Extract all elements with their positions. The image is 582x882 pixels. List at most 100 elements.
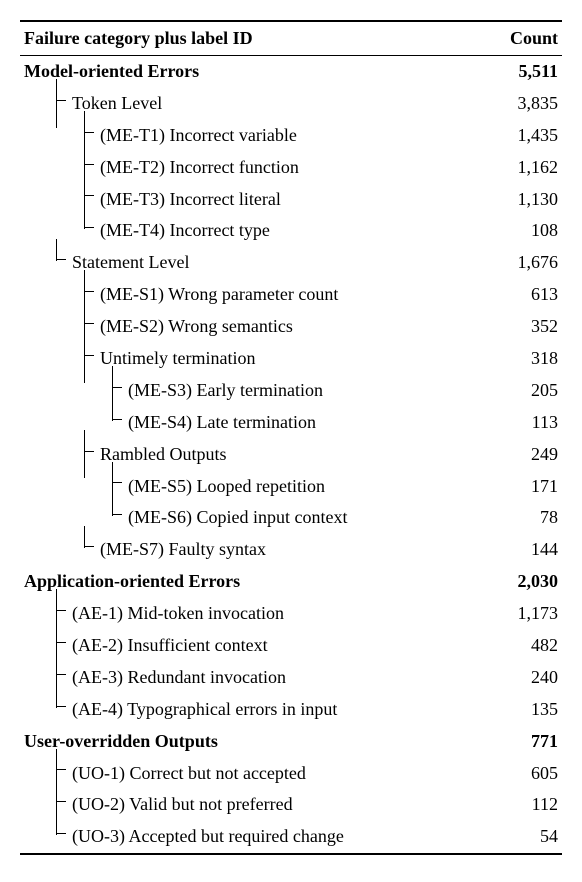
table-row: User-overridden Outputs771 — [20, 726, 562, 758]
table-row: (AE-2) Insufficient context482 — [20, 630, 562, 662]
row-count: 1,173 — [488, 600, 558, 628]
row-count: 605 — [488, 760, 558, 788]
table-row: (AE-1) Mid-token invocation 1,173 — [20, 598, 562, 630]
tree-branch-icon — [52, 632, 72, 654]
row-count: 112 — [488, 791, 558, 819]
row-label-text: (UO-3) Accepted but required change — [72, 826, 344, 846]
row-count: 1,130 — [488, 186, 558, 214]
tree-branch-icon — [108, 473, 128, 495]
row-label: (ME-S6) Copied input context — [24, 504, 488, 532]
row-label: Untimely termination — [24, 345, 488, 373]
tree-branch-icon — [108, 409, 128, 431]
row-label: Statement Level — [24, 249, 488, 277]
row-label: User-overridden Outputs — [24, 728, 488, 756]
row-label: Model-oriented Errors — [24, 58, 488, 86]
table-row: (ME-S1) Wrong parameter count 613 — [20, 279, 562, 311]
table-row: Rambled Outputs249 — [20, 439, 562, 471]
row-count: 2,030 — [488, 568, 558, 596]
row-label: Token Level — [24, 90, 488, 118]
table-row: (UO-3) Accepted but required change 54 — [20, 821, 562, 853]
row-label-text: (ME-S4) Late termination — [128, 412, 316, 432]
row-label-text: (ME-S1) Wrong parameter count — [100, 284, 338, 304]
tree-branch-icon — [52, 760, 72, 782]
row-label: (ME-S1) Wrong parameter count — [24, 281, 488, 309]
row-label: (ME-S5) Looped repetition — [24, 473, 488, 501]
row-label: (ME-S4) Late termination — [24, 409, 488, 437]
row-label-text: (AE-4) Typographical errors in input — [72, 699, 337, 719]
tree-branch-icon — [52, 664, 72, 686]
row-count: 144 — [488, 536, 558, 564]
table-row: (UO-1) Correct but not accepted605 — [20, 758, 562, 790]
row-count: 3,835 — [488, 90, 558, 118]
table-header-row: Failure category plus label ID Count — [20, 22, 562, 56]
row-count: 205 — [488, 377, 558, 405]
row-count: 613 — [488, 281, 558, 309]
row-label-text: (ME-S2) Wrong semantics — [100, 316, 293, 336]
row-label: (ME-S7) Faulty syntax — [24, 536, 488, 564]
table-row: Untimely termination 318 — [20, 343, 562, 375]
row-label-text: (AE-1) Mid-token invocation — [72, 603, 284, 623]
row-label: (AE-2) Insufficient context — [24, 632, 488, 660]
tree-branch-icon — [80, 313, 100, 335]
tree-branch-icon — [80, 345, 100, 367]
tree-branch-icon — [80, 441, 100, 463]
row-label-text: Token Level — [72, 93, 162, 113]
table-row: Statement Level1,676 — [20, 247, 562, 279]
row-count: 78 — [488, 504, 558, 532]
table-row: (AE-4) Typographical errors in input135 — [20, 694, 562, 726]
table-row: (ME-S3) Early termination 205 — [20, 375, 562, 407]
table-row: (AE-3) Redundant invocation 240 — [20, 662, 562, 694]
tree-branch-icon — [80, 186, 100, 208]
row-label: (ME-T4) Incorrect type — [24, 217, 488, 245]
tree-branch-icon — [108, 377, 128, 399]
table-row: (ME-S7) Faulty syntax144 — [20, 534, 562, 566]
row-label-text: (ME-T3) Incorrect literal — [100, 189, 281, 209]
row-label: (UO-3) Accepted but required change — [24, 823, 488, 851]
col-header-category: Failure category plus label ID — [24, 28, 253, 49]
row-label: Rambled Outputs — [24, 441, 488, 469]
row-label-text: Rambled Outputs — [100, 444, 227, 464]
row-label-text: Application-oriented Errors — [24, 571, 240, 591]
row-count: 1,435 — [488, 122, 558, 150]
tree-branch-icon — [80, 217, 100, 239]
tree-branch-icon — [52, 823, 72, 845]
row-label: (AE-4) Typographical errors in input — [24, 696, 488, 724]
row-label-text: (AE-3) Redundant invocation — [72, 667, 286, 687]
row-label: (UO-2) Valid but not preferred — [24, 791, 488, 819]
tree-branch-icon — [80, 281, 100, 303]
row-label: (AE-1) Mid-token invocation — [24, 600, 488, 628]
tree-branch-icon — [52, 600, 72, 622]
table-row: (ME-S6) Copied input context78 — [20, 502, 562, 534]
row-count: 318 — [488, 345, 558, 373]
row-label: Application-oriented Errors — [24, 568, 488, 596]
table-row: (ME-S4) Late termination113 — [20, 407, 562, 439]
row-label: (ME-T1) Incorrect variable — [24, 122, 488, 150]
row-label-text: (ME-T2) Incorrect function — [100, 157, 299, 177]
tree-branch-icon — [80, 122, 100, 144]
row-label-text: User-overridden Outputs — [24, 731, 218, 751]
tree-branch-icon — [80, 536, 100, 558]
row-label: (ME-T3) Incorrect literal — [24, 186, 488, 214]
table-body: Model-oriented Errors 5,511 Token Level 3,8… — [20, 56, 562, 853]
row-label: (ME-S2) Wrong semantics — [24, 313, 488, 341]
row-count: 482 — [488, 632, 558, 660]
row-label: (ME-T2) Incorrect function — [24, 154, 488, 182]
table-row: Application-oriented Errors 2,030 — [20, 566, 562, 598]
table-row: (ME-S5) Looped repetition171 — [20, 471, 562, 503]
row-count: 5,511 — [488, 58, 558, 86]
failure-taxonomy-table: Failure category plus label ID Count Mod… — [20, 20, 562, 855]
row-label-text: Model-oriented Errors — [24, 61, 199, 81]
row-label-text: (ME-T1) Incorrect variable — [100, 125, 297, 145]
row-label-text: (ME-S3) Early termination — [128, 380, 323, 400]
tree-branch-icon — [52, 90, 72, 112]
tree-branch-icon — [108, 504, 128, 526]
row-count: 352 — [488, 313, 558, 341]
tree-branch-icon — [80, 154, 100, 176]
table-row: (ME-T4) Incorrect type108 — [20, 215, 562, 247]
row-label: (ME-S3) Early termination — [24, 377, 488, 405]
tree-branch-icon — [52, 791, 72, 813]
row-label-text: Statement Level — [72, 252, 189, 272]
row-count: 240 — [488, 664, 558, 692]
row-count: 54 — [488, 823, 558, 851]
row-label-text: Untimely termination — [100, 348, 255, 368]
